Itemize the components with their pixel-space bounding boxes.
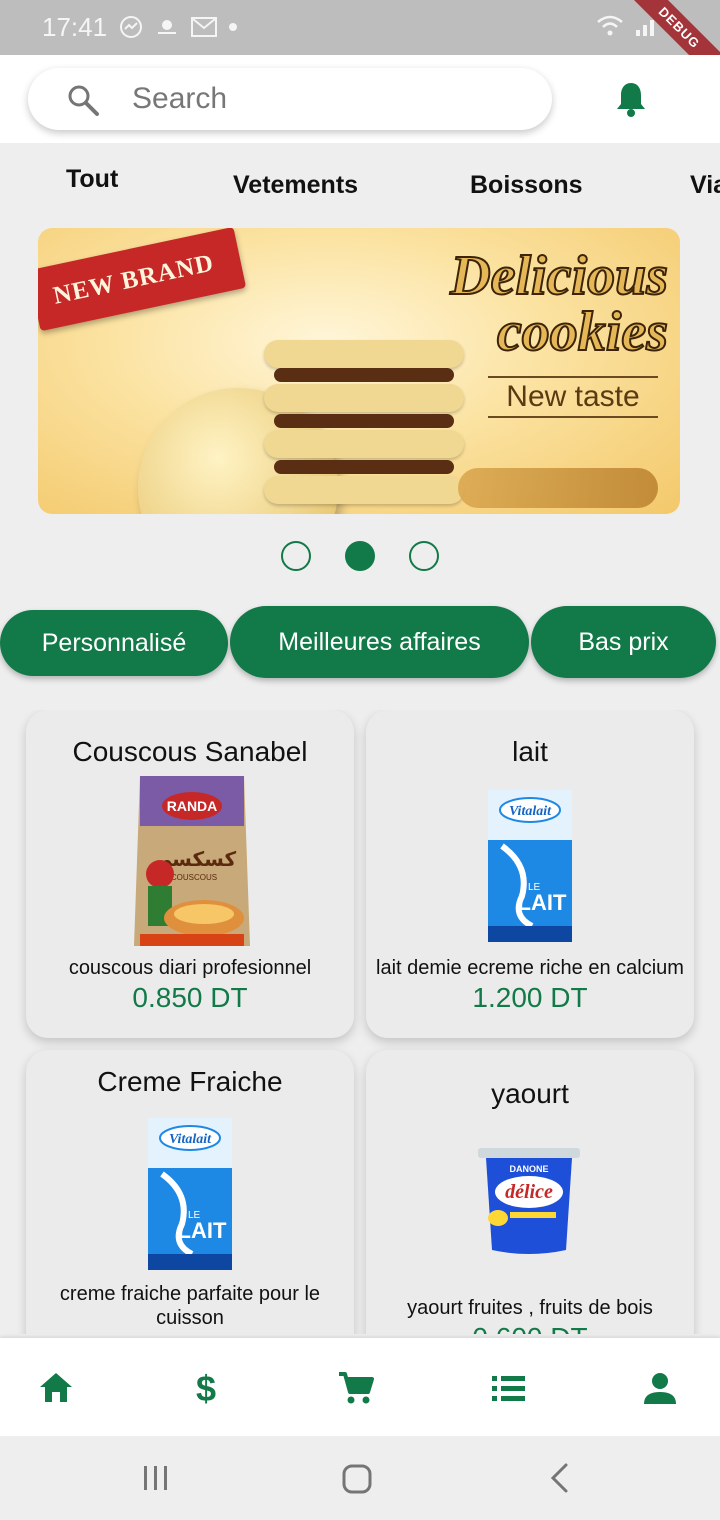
chip-bas-prix[interactable]: Bas prix [531,606,716,678]
messenger-icon [120,16,142,38]
chip-personnalise[interactable]: Personnalisé [0,610,228,676]
svg-text:$: $ [196,1368,216,1408]
cart-icon [339,1372,374,1404]
status-time: 17:41 [42,12,108,42]
wifi-icon [597,15,623,36]
package-label: COUSCOUS [171,873,217,882]
product-card[interactable]: lait Vitalait LE LAIT lait demie ecreme … [366,710,694,1038]
dot-icon [229,23,237,31]
nav-profile[interactable] [640,1368,680,1408]
yogurt-cup-image: DANONE délice [474,1146,584,1263]
system-navigation-bar [0,1436,720,1520]
tab-vetements[interactable]: Vetements [233,171,358,200]
tab-via[interactable]: Via [690,171,720,200]
back-icon[interactable] [546,1462,574,1494]
notification-icons [118,14,238,40]
package-lait: LAIT [518,890,567,915]
carousel-dot[interactable] [409,541,439,571]
package-danone: DANONE [509,1164,548,1174]
nav-orders[interactable] [488,1368,528,1408]
package-brand: Vitalait [169,1132,212,1147]
cream-carton-image: Vitalait LE LAIT [142,1114,238,1279]
weather-icon [158,20,176,34]
product-title: yaourt [491,1078,569,1109]
product-grid: Couscous Sanabel RANDA كسكسي COUSCOUS co… [0,710,720,1334]
package-brand: RANDA [167,798,218,814]
product-description: yaourt fruites , fruits de bois [407,1297,653,1319]
app-header [0,55,720,143]
bottom-navigation: $ [0,1338,720,1436]
promo-title: Delicious cookies [449,245,669,363]
product-card[interactable]: yaourt DANONE délice yaourt fruites , fr… [366,1050,694,1334]
filter-chips: Personnalisé Meilleures affaires Bas pri… [0,606,720,678]
recents-icon[interactable] [140,1462,172,1494]
system-status-icons [596,14,660,38]
dollar-icon: $ [196,1368,216,1408]
promo-banner[interactable]: NEW BRAND Delicious cookies New taste [38,228,680,514]
person-icon [644,1373,676,1404]
status-bar: 17:41 DEBUG [0,0,720,90]
mail-icon [191,17,217,37]
nav-prices[interactable]: $ [186,1368,226,1408]
carousel-indicator [0,541,720,573]
product-price: 1.200 DT [472,982,588,1013]
bell-icon[interactable] [612,79,650,119]
search-input[interactable] [132,68,512,130]
package-brand: Vitalait [509,804,552,819]
chip-meilleures-affaires[interactable]: Meilleures affaires [230,606,529,678]
package-delice: délice [505,1181,553,1203]
product-price: 0.850 DT [132,982,248,1013]
search-icon [68,85,99,116]
cookie-stack-image [264,338,464,508]
product-title: Creme Fraiche [97,1066,283,1097]
product-price: 0.600 DT [366,1322,694,1334]
wheat-image [458,468,658,508]
nav-cart[interactable] [336,1368,376,1408]
product-description: couscous diari profesionnel [68,957,312,979]
tab-boissons[interactable]: Boissons [470,171,583,200]
product-description: lait demie ecreme riche en calcium [376,957,684,979]
home-icon [40,1373,72,1402]
search-bar[interactable] [28,68,552,130]
product-title: lait [512,736,548,767]
milk-carton-image: Vitalait LE LAIT [482,786,578,951]
product-card[interactable]: Couscous Sanabel RANDA كسكسي COUSCOUS co… [26,710,354,1038]
nav-home[interactable] [36,1368,76,1408]
promo-subtitle: New taste [488,376,658,418]
product-description: creme fraiche parfaite pour le cuisson [59,1283,321,1329]
category-tabs: Tout Vetements Boissons Via [0,150,720,210]
home-button-icon[interactable] [340,1462,374,1496]
tab-tout[interactable]: Tout [66,165,118,194]
package-lait: LAIT [178,1218,227,1243]
carousel-dot-active[interactable] [345,541,375,571]
product-title: Couscous Sanabel [72,736,308,767]
product-card[interactable]: Creme Fraiche Vitalait LE LAIT creme fra… [26,1050,354,1334]
carousel-dot[interactable] [281,541,311,571]
couscous-package-image: RANDA كسكسي COUSCOUS [132,770,252,955]
list-icon [492,1376,525,1401]
